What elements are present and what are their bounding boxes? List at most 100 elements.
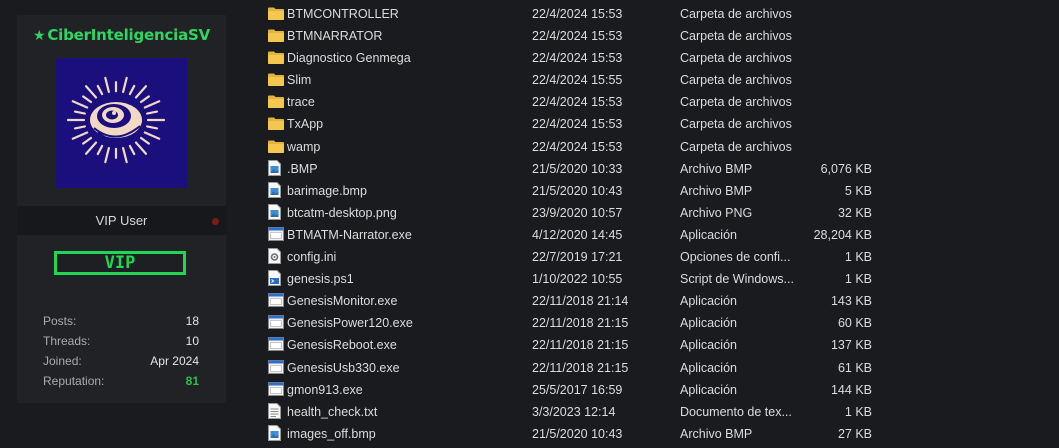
file-row[interactable]: btcatm-desktop.png 23/9/2020 10:57 Archivo… xyxy=(262,202,1059,224)
file-modified-date: 4/12/2020 14:45 xyxy=(532,227,623,242)
file-type: Script de Windows... xyxy=(680,272,794,287)
file-size: 6,076 KB xyxy=(820,161,872,176)
file-modified-date: 22/4/2024 15:53 xyxy=(532,117,623,132)
file-row[interactable]: GenesisUsb330.exe 22/11/2018 21:15 Aplicac… xyxy=(262,357,1059,379)
file-type: Aplicación xyxy=(680,338,737,353)
file-name[interactable]: trace xyxy=(287,95,315,109)
file-name[interactable]: health_check.txt xyxy=(287,405,377,419)
file-row[interactable]: TxApp 22/4/2024 15:53 Carpeta de archivos xyxy=(262,113,1059,135)
stat-joined: Joined: Apr 2024 xyxy=(43,354,199,374)
file-name[interactable]: BTMCONTROLLER xyxy=(287,7,399,21)
user-profile-card: ★ CiberInteligenciaSV VIP User VIP Posts:… xyxy=(17,15,226,403)
file-name[interactable]: .BMP xyxy=(287,162,318,176)
file-name[interactable]: config.ini xyxy=(287,250,336,264)
image-file-icon xyxy=(268,203,284,220)
stat-label: Posts: xyxy=(43,314,77,328)
file-modified-date: 25/5/2017 16:59 xyxy=(532,382,623,397)
file-modified-date: 22/11/2018 21:14 xyxy=(532,294,629,309)
file-modified-date: 22/11/2018 21:15 xyxy=(532,338,629,353)
file-name[interactable]: gmon913.exe xyxy=(287,383,363,397)
file-row[interactable]: .BMP 21/5/2020 10:33 Archivo BMP 6,076 KB xyxy=(262,158,1059,180)
file-modified-date: 22/4/2024 15:53 xyxy=(532,29,623,44)
file-row[interactable]: config.ini 22/7/2019 17:21 Opciones de con… xyxy=(262,246,1059,268)
file-modified-date: 22/11/2018 21:15 xyxy=(532,360,629,375)
file-type: Aplicación xyxy=(680,227,737,242)
file-name[interactable]: GenesisUsb330.exe xyxy=(287,361,400,375)
file-name[interactable]: Diagnostico Genmega xyxy=(287,51,411,65)
file-row[interactable]: BTMATM-Narrator.exe 4/12/2020 14:45 Aplica… xyxy=(262,224,1059,246)
file-row[interactable]: gmon913.exe 25/5/2017 16:59 Aplicación 144 … xyxy=(262,379,1059,401)
folder-icon xyxy=(268,27,284,43)
file-type: Carpeta de archivos xyxy=(680,139,792,154)
application-icon xyxy=(268,381,284,397)
file-row[interactable]: wamp 22/4/2024 15:53 Carpeta de archivos xyxy=(262,136,1059,158)
file-name[interactable]: BTMNARRATOR xyxy=(287,29,382,43)
file-name[interactable]: GenesisReboot.exe xyxy=(287,338,397,352)
file-list: BTMCONTROLLER 22/4/2024 15:53 Carpeta de a… xyxy=(262,3,1059,445)
file-name[interactable]: genesis.ps1 xyxy=(287,272,354,286)
vip-badge: VIP xyxy=(54,251,186,275)
file-row[interactable]: BTMCONTROLLER 22/4/2024 15:53 Carpeta de a… xyxy=(262,3,1059,25)
file-row[interactable]: Slim 22/4/2024 15:55 Carpeta de archivos xyxy=(262,69,1059,91)
file-row[interactable]: GenesisReboot.exe 22/11/2018 21:15 Aplicac… xyxy=(262,334,1059,356)
file-modified-date: 23/9/2020 10:57 xyxy=(532,205,623,220)
file-row[interactable]: GenesisMonitor.exe 22/11/2018 21:14 Aplica… xyxy=(262,290,1059,312)
stat-posts: Posts: 18 xyxy=(43,314,199,334)
file-row[interactable]: BTMNARRATOR 22/4/2024 15:53 Carpeta de arc… xyxy=(262,25,1059,47)
stat-value: 81 xyxy=(185,374,199,388)
username[interactable]: ★ CiberInteligenciaSV xyxy=(17,26,226,44)
file-type: Archivo BMP xyxy=(680,426,753,441)
file-name[interactable]: GenesisMonitor.exe xyxy=(287,294,397,308)
file-type: Aplicación xyxy=(680,294,737,309)
file-type: Documento de tex... xyxy=(680,404,792,419)
eye-logo-icon xyxy=(66,76,166,164)
file-size: 1 KB xyxy=(844,404,872,419)
star-icon: ★ xyxy=(32,28,46,44)
file-type: Carpeta de archivos xyxy=(680,29,792,44)
user-role-bar: VIP User xyxy=(17,206,226,235)
stat-label: Threads: xyxy=(43,334,91,348)
file-name[interactable]: wamp xyxy=(287,140,320,154)
file-name[interactable]: btcatm-desktop.png xyxy=(287,206,397,220)
file-row[interactable]: genesis.ps1 1/10/2022 10:55 Script de Wind… xyxy=(262,268,1059,290)
script-file-icon xyxy=(268,270,284,287)
file-name[interactable]: barimage.bmp xyxy=(287,184,367,198)
folder-icon xyxy=(268,49,284,65)
file-size: 27 KB xyxy=(837,426,872,441)
file-row[interactable]: barimage.bmp 21/5/2020 10:43 Archivo BMP 5 … xyxy=(262,180,1059,202)
file-size: 60 KB xyxy=(837,316,872,331)
application-icon xyxy=(268,336,284,352)
file-name[interactable]: Slim xyxy=(287,73,311,87)
file-size: 1 KB xyxy=(844,250,872,265)
file-modified-date: 22/4/2024 15:53 xyxy=(532,51,623,66)
file-type: Aplicación xyxy=(680,382,737,397)
avatar[interactable] xyxy=(56,58,187,188)
stat-threads: Threads: 10 xyxy=(43,334,199,354)
file-modified-date: 21/5/2020 10:43 xyxy=(532,426,623,441)
stat-label: Reputation: xyxy=(43,374,105,388)
file-size: 5 KB xyxy=(844,183,872,198)
file-name[interactable]: GenesisPower120.exe xyxy=(287,316,413,330)
folder-icon xyxy=(268,115,284,131)
file-row[interactable]: images_off.bmp 21/5/2020 10:43 Archivo BMP… xyxy=(262,423,1059,445)
file-type: Opciones de confi... xyxy=(680,250,791,265)
file-modified-date: 21/5/2020 10:33 xyxy=(532,161,623,176)
file-modified-date: 22/11/2018 21:15 xyxy=(532,316,629,331)
application-icon xyxy=(268,226,284,242)
file-row[interactable]: GenesisPower120.exe 22/11/2018 21:15 Aplic… xyxy=(262,312,1059,334)
file-modified-date: 21/5/2020 10:43 xyxy=(532,183,623,198)
file-name[interactable]: images_off.bmp xyxy=(287,427,376,441)
application-icon xyxy=(268,292,284,308)
file-size: 144 KB xyxy=(830,382,872,397)
file-row[interactable]: health_check.txt 3/3/2023 12:14 Documento … xyxy=(262,401,1059,423)
file-name[interactable]: BTMATM-Narrator.exe xyxy=(287,228,412,242)
text-file-icon xyxy=(268,402,284,419)
file-row[interactable]: Diagnostico Genmega 22/4/2024 15:53 Carpet… xyxy=(262,47,1059,69)
vip-badge-label: VIP xyxy=(104,253,136,273)
folder-icon xyxy=(268,93,284,109)
file-type: Aplicación xyxy=(680,360,737,375)
file-row[interactable]: trace 22/4/2024 15:53 Carpeta de archivos xyxy=(262,91,1059,113)
image-file-icon xyxy=(268,159,284,176)
file-name[interactable]: TxApp xyxy=(287,117,323,131)
stat-value: 18 xyxy=(185,314,199,328)
